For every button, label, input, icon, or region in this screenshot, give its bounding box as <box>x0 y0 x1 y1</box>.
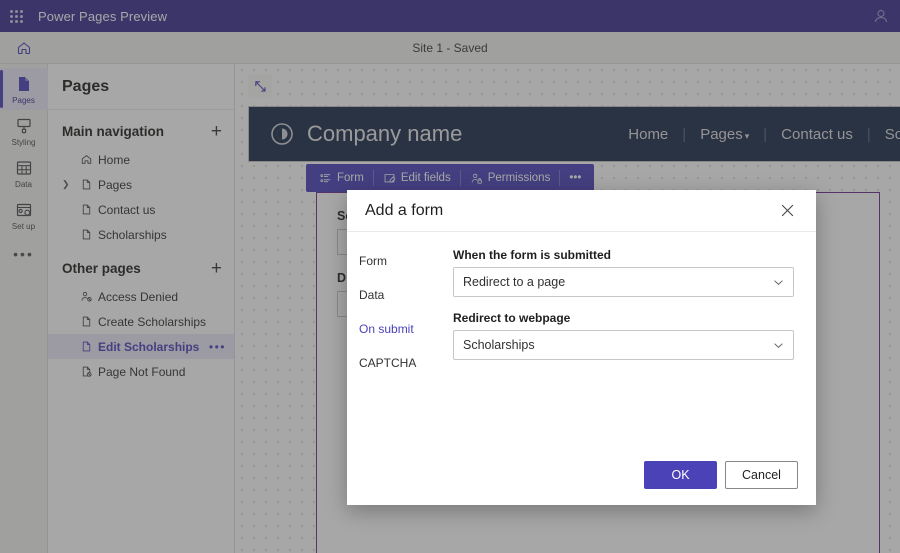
when-submitted-value: Redirect to a page <box>463 275 773 289</box>
chevron-down-icon <box>773 340 784 351</box>
dialog-tab-form[interactable]: Form <box>359 248 453 274</box>
dialog-tab-on-submit[interactable]: On submit <box>359 316 453 342</box>
dialog-header: Add a form <box>347 190 816 232</box>
dialog-footer: OK Cancel <box>347 451 816 505</box>
chevron-down-icon <box>773 277 784 288</box>
dialog-body: Form Data On submit CAPTCHA When the for… <box>347 232 816 451</box>
dialog-title: Add a form <box>365 202 443 220</box>
ok-button[interactable]: OK <box>644 461 717 489</box>
when-submitted-select[interactable]: Redirect to a page <box>453 267 794 297</box>
redirect-webpage-label: Redirect to webpage <box>453 311 794 325</box>
app-root: Power Pages Preview Site 1 - Saved <box>0 0 900 553</box>
dialog-tab-captcha[interactable]: CAPTCHA <box>359 350 453 376</box>
dialog-fields: When the form is submitted Redirect to a… <box>453 248 816 451</box>
cancel-button[interactable]: Cancel <box>725 461 798 489</box>
dialog-tab-data[interactable]: Data <box>359 282 453 308</box>
close-icon[interactable] <box>774 198 800 224</box>
add-form-dialog: Add a form Form Data On submit CAPTCHA W… <box>347 190 816 505</box>
redirect-webpage-select[interactable]: Scholarships <box>453 330 794 360</box>
redirect-webpage-value: Scholarships <box>463 338 773 352</box>
when-submitted-label: When the form is submitted <box>453 248 794 262</box>
dialog-tab-list: Form Data On submit CAPTCHA <box>347 248 453 451</box>
